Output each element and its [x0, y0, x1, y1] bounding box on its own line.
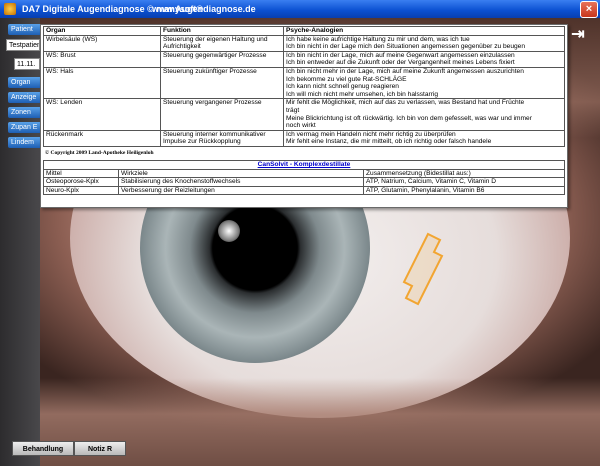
zusammensetzung-cell: ATP, Natrium, Calcium, Vitamin C, Vitami… [363, 177, 565, 187]
psyche-cell: Ich habe keine aufrichtige Haltung zu mi… [283, 34, 565, 52]
organ-cell: WS: Lenden [43, 98, 161, 131]
cell-line: Steuerung interner kommunikativer [163, 130, 266, 138]
cell-line: Steuerung gegenwärtiger Prozesse [163, 51, 267, 59]
table-row: WS: Brust Steuerung gegenwärtiger Prozes… [43, 50, 565, 68]
table-row: Osteoporose-Kplx Stabilisierung des Knoc… [43, 177, 565, 187]
organ-cell: WS: Brust [43, 50, 161, 68]
table-row: Wirbelsäule (WS) Steuerung der eigenen H… [43, 34, 565, 52]
sidebar-item-lindem[interactable]: Lindem [8, 137, 42, 148]
notiz-r-button[interactable]: Notiz R [74, 441, 126, 456]
cell-line: Impulse zur Rückkopplung [163, 138, 241, 146]
table-row: WS: Lenden Steuerung vergangener Prozess… [43, 98, 565, 131]
window-website: www.Augendiagnose.de [152, 4, 256, 14]
cell-line: Ich bin entweder auf die Zukunft oder de… [286, 59, 515, 67]
iris-zone-marker[interactable] [400, 230, 460, 310]
cell-line: Mir fehlt die Möglichkeit, mich auf das … [286, 99, 525, 107]
sidebar-item-patient[interactable]: Patient [8, 24, 42, 35]
cell-line: Steuerung zukünftiger Prozesse [163, 67, 257, 75]
wirkziele-cell: Stabilisierung des Knochenstoffwechsels [118, 177, 364, 187]
cell-line: Ich bin nicht in der Lage mich den Situa… [286, 43, 526, 51]
organ-cell: WS: Hals [43, 66, 161, 100]
psyche-cell: Ich vermag mein Handeln nicht mehr richt… [283, 129, 565, 147]
cansolvit-title-link[interactable]: CanSolvit - Komplexdestillate [43, 159, 565, 170]
column-header: Psyche-Analogien [283, 26, 565, 36]
cell-line: Ich habe keine aufrichtige Haltung zu mi… [286, 35, 470, 43]
analysis-popup: Organ Funktion Psyche-Analogien Wirbelsä… [40, 24, 568, 208]
table-row: WS: Hals Steuerung zukünftiger Prozesse … [43, 66, 565, 100]
table-header-row: Mittel Wirkziele Zusammensetzung (Bidest… [43, 168, 565, 179]
cell-line: Meine Blickrichtung ist oft rückwärtig. … [286, 114, 532, 122]
organ-cell: Rückenmark [43, 129, 161, 147]
column-header: Funktion [160, 26, 284, 36]
funktion-cell: Steuerung interner kommunikativer Impuls… [160, 129, 284, 147]
cell-line: Steuerung vergangener Prozesse [163, 99, 262, 107]
zusammensetzung-cell: ATP, Glutamin, Phenylalanin, Vitamin B6 [363, 185, 565, 196]
psyche-cell: Mir fehlt die Möglichkeit, mich auf das … [283, 98, 565, 131]
close-button[interactable]: × [580, 1, 598, 18]
cansolvit-table: CanSolvit - Komplexdestillate Mittel Wir… [43, 159, 565, 196]
patient-name-field[interactable]: Testpatien [6, 39, 40, 51]
funktion-cell: Steuerung vergangener Prozesse [160, 98, 284, 131]
column-header: Wirkziele [118, 168, 364, 179]
cansolvit-title-row: CanSolvit - Komplexdestillate [43, 159, 565, 170]
cell-line: Aufrichtigkeit [163, 43, 201, 51]
funktion-cell: Steuerung zukünftiger Prozesse [160, 66, 284, 100]
sidebar-item-organ[interactable]: Organ [8, 77, 42, 88]
copyright-note: © Copyright 2009 Land-Apotheke Heiligenl… [45, 149, 154, 156]
wirkziele-cell: Verbesserung der Reizleitungen [118, 185, 364, 196]
exit-icon[interactable]: ⇥ [568, 24, 588, 46]
sidebar-item-zonen[interactable]: Zonen [8, 107, 42, 118]
cell-line: Ich kann nicht schnell genug reagieren [286, 83, 399, 91]
funktion-cell: Steuerung der eigenen Haltung und Aufric… [160, 34, 284, 52]
psyche-cell: Ich bin nicht in der Lage, mich auf mein… [283, 50, 565, 68]
table-header-row: Organ Funktion Psyche-Analogien [43, 26, 565, 36]
cell-line: Ich vermag mein Handeln nicht mehr richt… [286, 130, 456, 138]
cell-line: Ich will mich nicht mehr umsehen, ich bi… [286, 90, 439, 98]
column-header: Mittel [43, 168, 119, 179]
funktion-cell: Steuerung gegenwärtiger Prozesse [160, 50, 284, 68]
cell-line: trägt [286, 106, 300, 114]
column-header: Zusammensetzung (Bidestillat aus:) [363, 168, 565, 179]
cell-line: Ich bin nicht mehr in der Lage, mich auf… [286, 67, 524, 75]
date-field[interactable]: 11.11. [14, 58, 40, 70]
window-titlebar: DA7 Digitale Augendiagnose © manysoft® w… [0, 0, 600, 18]
app-icon [4, 3, 16, 15]
cell-line: Mir fehlt eine Instanz, die mir mitteilt… [286, 138, 492, 146]
cell-line: Ich bekomme zu viel gute Rat-SCHLÄGE [286, 75, 407, 83]
table-row: Rückenmark Steuerung interner kommunikat… [43, 129, 565, 147]
cell-line: Ich bin nicht in der Lage, mich auf mein… [286, 51, 515, 59]
light-reflection [218, 220, 240, 242]
cell-line: noch wirkt [286, 122, 316, 130]
sidebar-item-zupan[interactable]: Zupan E [8, 122, 42, 133]
analysis-table: Organ Funktion Psyche-Analogien Wirbelsä… [43, 26, 565, 147]
column-header: Organ [43, 26, 161, 36]
sidebar-item-anzeige[interactable]: Anzeige [8, 92, 42, 103]
behandlung-button[interactable]: Behandlung [12, 441, 74, 456]
mittel-cell: Osteoporose-Kplx [43, 177, 119, 187]
table-row: Neuro-Kplx Verbesserung der Reizleitunge… [43, 185, 565, 196]
organ-cell: Wirbelsäule (WS) [43, 34, 161, 52]
cell-line: Steuerung der eigenen Haltung und [163, 35, 268, 43]
mittel-cell: Neuro-Kplx [43, 185, 119, 196]
psyche-cell: Ich bin nicht mehr in der Lage, mich auf… [283, 66, 565, 100]
